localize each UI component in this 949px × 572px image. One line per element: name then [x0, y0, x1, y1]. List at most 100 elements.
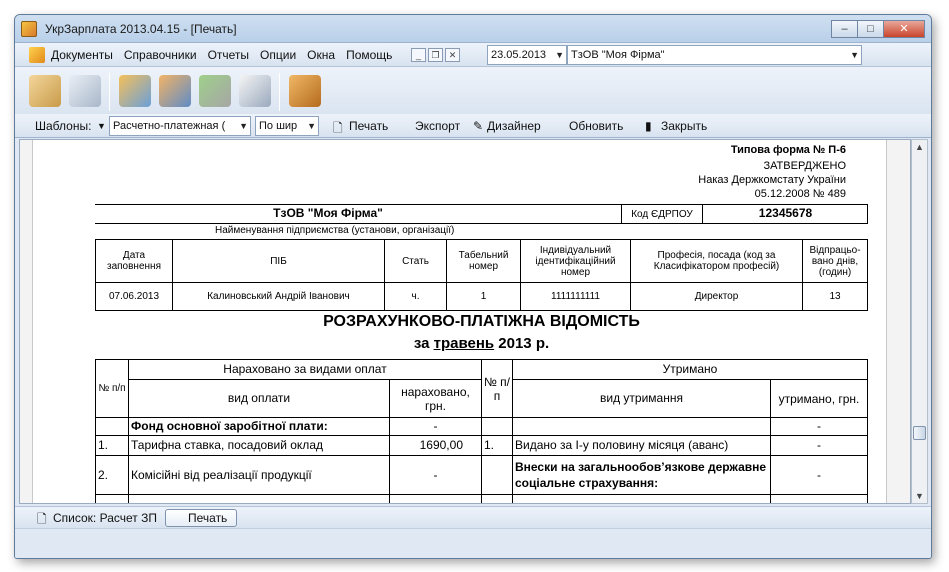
pay-header-accrued-type: вид оплати — [128, 379, 390, 418]
users-icon[interactable] — [159, 75, 191, 107]
maximize-button[interactable]: □ — [857, 20, 883, 38]
scroll-down-icon[interactable]: ▼ — [915, 491, 924, 501]
list-tab[interactable]: Список: Расчет ЗП — [53, 511, 157, 525]
scroll-up-icon[interactable]: ▲ — [915, 142, 924, 152]
calculator-icon[interactable] — [69, 75, 101, 107]
edrpou-label: Код ЄДРПОУ — [621, 204, 703, 224]
minimize-button[interactable]: – — [831, 20, 857, 38]
emp-header-position: Професія, посада (код за Класифікатором … — [630, 239, 803, 283]
document-icon[interactable] — [29, 75, 61, 107]
pencil-icon: ✎ — [473, 119, 484, 133]
emp-date: 07.06.2013 — [95, 282, 173, 311]
rule — [867, 494, 868, 503]
chevron-down-icon[interactable]: ▼ — [97, 121, 106, 131]
close-doc-button[interactable]: Закрыть — [661, 119, 707, 133]
document-title: РОЗРАХУНКОВО-ПЛАТІЖНА ВІДОМІСТЬ — [323, 313, 640, 330]
main-menu: Документы Справочники Отчеты Опции Окна … — [51, 48, 403, 62]
close-window-button[interactable]: ✕ — [883, 20, 925, 38]
rule — [95, 204, 868, 205]
rule — [867, 204, 868, 224]
emp-header-sex: Стать — [384, 239, 447, 283]
company-select[interactable]: ТзОВ "Моя Фірма" ▼ — [567, 45, 862, 65]
period-month: травень — [433, 335, 495, 352]
scrollbar-thumb[interactable] — [913, 426, 926, 440]
pay-row-no2 — [481, 417, 513, 436]
pay-row-wamount: - — [770, 417, 868, 436]
pay-row-wamount: - — [770, 435, 868, 456]
vertical-scrollbar[interactable]: ▲ ▼ — [911, 139, 928, 504]
pay-row-no — [95, 417, 129, 436]
fit-select[interactable]: По шир ▼ — [255, 116, 319, 136]
period-suffix: 2013 р. — [498, 335, 550, 352]
exit-door-icon[interactable] — [289, 75, 321, 107]
form-number: Типова форма № П-6 — [730, 144, 846, 156]
rule — [128, 494, 129, 503]
template-select[interactable]: Расчетно-платежная ( ▼ — [109, 116, 251, 136]
approved-label: ЗАТВЕРДЖЕНО — [763, 160, 846, 172]
employees-icon[interactable] — [119, 75, 151, 107]
print-tab[interactable]: Печать — [165, 509, 237, 527]
chevron-down-icon: ▼ — [307, 121, 316, 131]
document-tabs-bar: 🗋 Список: Расчет ЗП Печать — [15, 506, 931, 528]
date-value: 23.05.2013 — [491, 49, 547, 61]
emp-days: 13 — [802, 282, 868, 311]
emp-name: Калиновський Андрій Іванович — [172, 282, 385, 311]
mdi-minimize-button[interactable]: _ — [411, 48, 426, 62]
pay-row-amount: - — [389, 455, 482, 495]
print-button[interactable]: Печать — [349, 119, 388, 133]
toolbar-separator — [279, 73, 280, 111]
rule — [95, 494, 96, 503]
templates-label: Шаблоны: — [35, 119, 92, 133]
pay-header-withheld-type: вид утримання — [512, 379, 771, 418]
date-select[interactable]: 23.05.2013 ▼ — [487, 45, 567, 65]
menu-options[interactable]: Опции — [260, 48, 296, 62]
order-date: 05.12.2008 № 489 — [754, 188, 846, 200]
rule — [512, 494, 513, 503]
pay-row-no2: 1. — [481, 435, 513, 456]
template-value: Расчетно-платежная ( — [113, 120, 226, 132]
status-bar — [15, 528, 931, 558]
pay-row-no2 — [481, 455, 513, 495]
emp-sex: ч. — [384, 282, 447, 311]
emp-header-days: Відпрацьо-вано днів, (годин) — [802, 239, 868, 283]
refresh-button[interactable]: Обновить — [569, 119, 623, 133]
window-title: УкрЗарплата 2013.04.15 - [Печать] — [45, 22, 237, 36]
menu-reports[interactable]: Отчеты — [208, 48, 249, 62]
toolbar-separator — [109, 73, 110, 111]
emp-position: Директор — [630, 282, 803, 311]
menu-app-icon — [29, 47, 45, 63]
pay-row-type: Фонд основної заробітної плати: — [128, 417, 390, 436]
mdi-restore-button[interactable]: ❐ — [428, 48, 443, 62]
designer-button[interactable]: Дизайнер — [487, 119, 541, 133]
emp-header-inn: Індивідуальний ідентифікаційний номер — [520, 239, 631, 283]
rule — [95, 223, 868, 224]
emp-header-name: ПІБ — [172, 239, 385, 283]
emp-inn: 1111111111 — [520, 282, 631, 311]
pay-header-no2: № п/п — [481, 359, 513, 418]
mdi-controls: _ ❐ ✕ — [411, 48, 462, 62]
pay-header-no: № п/п — [95, 359, 129, 418]
app-window: УкрЗарплата 2013.04.15 - [Печать] – □ ✕ … — [14, 14, 932, 559]
pay-row-wtype: Видано за І-у половину місяця (аванс) — [512, 435, 771, 456]
emp-header-tabno: Табельний номер — [446, 239, 521, 283]
pay-header-withheld-group: Утримано — [512, 359, 868, 380]
document-viewport[interactable]: Типова форма № П-6 ЗАТВЕРДЖЕНО Наказ Дер… — [19, 139, 911, 504]
rule — [481, 494, 482, 503]
fit-value: По шир — [259, 120, 298, 132]
menu-documents[interactable]: Документы — [51, 48, 113, 62]
menu-windows[interactable]: Окна — [307, 48, 335, 62]
menu-references[interactable]: Справочники — [124, 48, 197, 62]
rule — [770, 494, 771, 503]
pay-row-no: 1. — [95, 435, 129, 456]
app-logo-icon — [21, 21, 37, 37]
settings-users-icon[interactable] — [199, 75, 231, 107]
export-button[interactable]: Экспорт — [415, 119, 460, 133]
print-toolbar: Шаблоны: ▼ Расчетно-платежная ( ▼ По шир… — [15, 114, 931, 138]
close-doc-icon: ▮ — [645, 119, 652, 133]
menu-help[interactable]: Помощь — [346, 48, 392, 62]
page-icon: 🗋 — [333, 121, 343, 135]
company-caption: Найменування підприємства (установи, орг… — [215, 225, 455, 236]
calendar-icon[interactable] — [239, 75, 271, 107]
edrpou-value: 12345678 — [758, 206, 813, 220]
mdi-close-button[interactable]: ✕ — [445, 48, 460, 62]
